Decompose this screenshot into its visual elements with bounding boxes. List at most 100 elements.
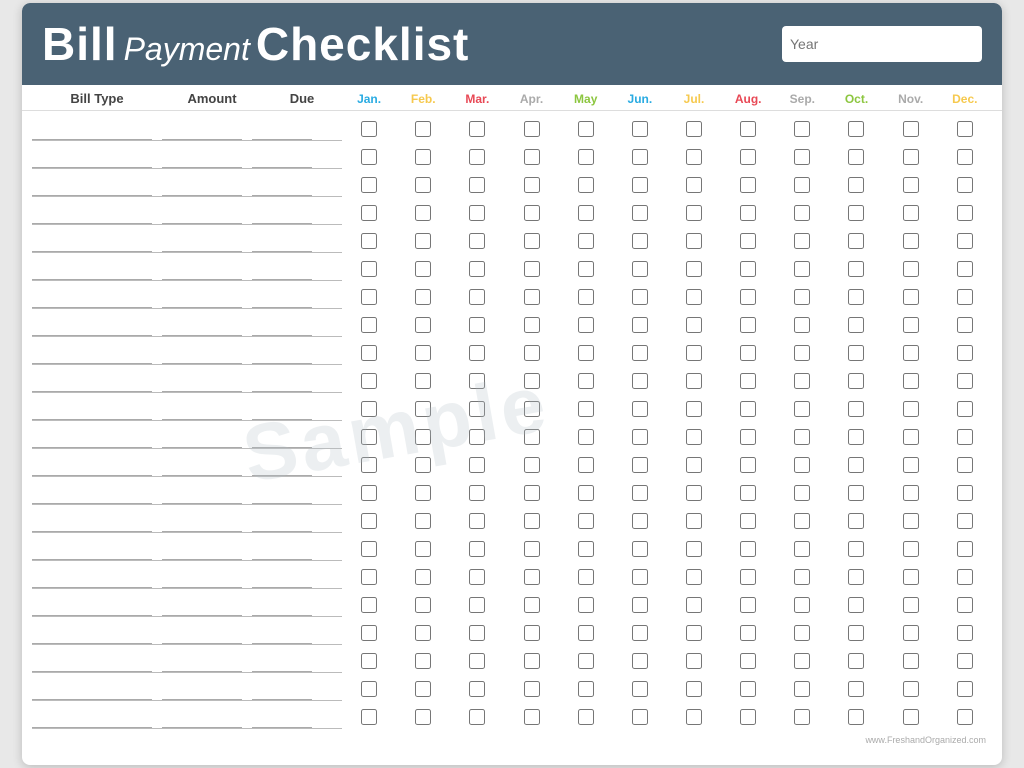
checkbox-nov[interactable] <box>903 121 919 137</box>
checkbox-row[interactable] <box>342 675 992 703</box>
checkbox-feb[interactable] <box>415 681 431 697</box>
checkbox-row[interactable] <box>342 591 992 619</box>
checkbox-sep[interactable] <box>794 625 810 641</box>
checkbox-oct[interactable] <box>848 345 864 361</box>
checkbox-sep[interactable] <box>794 121 810 137</box>
checkbox-may[interactable] <box>578 177 594 193</box>
checkbox-mar[interactable] <box>469 345 485 361</box>
checkbox-jul[interactable] <box>686 597 702 613</box>
checkbox-jun[interactable] <box>632 373 648 389</box>
checkbox-aug[interactable] <box>740 625 756 641</box>
checkbox-jun[interactable] <box>632 513 648 529</box>
checkbox-sep[interactable] <box>794 653 810 669</box>
checkbox-row[interactable] <box>342 395 992 423</box>
checkbox-apr[interactable] <box>524 317 540 333</box>
checkbox-feb[interactable] <box>415 233 431 249</box>
checkbox-oct[interactable] <box>848 233 864 249</box>
checkbox-feb[interactable] <box>415 373 431 389</box>
checkbox-apr[interactable] <box>524 429 540 445</box>
checkbox-dec[interactable] <box>957 345 973 361</box>
checkbox-feb[interactable] <box>415 121 431 137</box>
checkbox-mar[interactable] <box>469 457 485 473</box>
checkbox-mar[interactable] <box>469 177 485 193</box>
checkbox-jan[interactable] <box>361 373 377 389</box>
checkbox-oct[interactable] <box>848 513 864 529</box>
checkbox-nov[interactable] <box>903 373 919 389</box>
checkbox-aug[interactable] <box>740 177 756 193</box>
checkbox-jun[interactable] <box>632 121 648 137</box>
checkbox-mar[interactable] <box>469 569 485 585</box>
checkbox-jun[interactable] <box>632 261 648 277</box>
checkbox-mar[interactable] <box>469 513 485 529</box>
checkbox-jan[interactable] <box>361 485 377 501</box>
checkbox-mar[interactable] <box>469 653 485 669</box>
checkbox-apr[interactable] <box>524 541 540 557</box>
checkbox-row[interactable] <box>342 283 992 311</box>
checkbox-aug[interactable] <box>740 205 756 221</box>
checkbox-nov[interactable] <box>903 401 919 417</box>
checkbox-jun[interactable] <box>632 429 648 445</box>
checkbox-feb[interactable] <box>415 177 431 193</box>
checkbox-oct[interactable] <box>848 597 864 613</box>
checkbox-mar[interactable] <box>469 373 485 389</box>
checkbox-sep[interactable] <box>794 513 810 529</box>
checkbox-may[interactable] <box>578 569 594 585</box>
checkbox-aug[interactable] <box>740 345 756 361</box>
checkbox-jun[interactable] <box>632 597 648 613</box>
checkbox-aug[interactable] <box>740 317 756 333</box>
checkbox-row[interactable] <box>342 647 992 675</box>
checkbox-sep[interactable] <box>794 597 810 613</box>
checkbox-sep[interactable] <box>794 569 810 585</box>
checkbox-nov[interactable] <box>903 625 919 641</box>
checkbox-feb[interactable] <box>415 149 431 165</box>
checkbox-jun[interactable] <box>632 485 648 501</box>
checkbox-dec[interactable] <box>957 681 973 697</box>
checkbox-nov[interactable] <box>903 149 919 165</box>
checkbox-feb[interactable] <box>415 429 431 445</box>
checkbox-oct[interactable] <box>848 261 864 277</box>
checkbox-sep[interactable] <box>794 681 810 697</box>
checkbox-aug[interactable] <box>740 261 756 277</box>
checkbox-jul[interactable] <box>686 233 702 249</box>
checkbox-mar[interactable] <box>469 429 485 445</box>
checkbox-mar[interactable] <box>469 233 485 249</box>
checkbox-nov[interactable] <box>903 317 919 333</box>
checkbox-feb[interactable] <box>415 205 431 221</box>
checkbox-nov[interactable] <box>903 289 919 305</box>
checkbox-nov[interactable] <box>903 205 919 221</box>
checkbox-dec[interactable] <box>957 317 973 333</box>
checkbox-jan[interactable] <box>361 625 377 641</box>
checkbox-may[interactable] <box>578 709 594 725</box>
checkbox-jan[interactable] <box>361 261 377 277</box>
checkbox-mar[interactable] <box>469 317 485 333</box>
checkbox-apr[interactable] <box>524 513 540 529</box>
checkbox-row[interactable] <box>342 563 992 591</box>
checkbox-sep[interactable] <box>794 345 810 361</box>
checkbox-jul[interactable] <box>686 121 702 137</box>
checkbox-jan[interactable] <box>361 597 377 613</box>
checkbox-jul[interactable] <box>686 205 702 221</box>
checkbox-feb[interactable] <box>415 317 431 333</box>
checkbox-jan[interactable] <box>361 457 377 473</box>
checkbox-aug[interactable] <box>740 149 756 165</box>
checkbox-may[interactable] <box>578 429 594 445</box>
checkbox-jan[interactable] <box>361 345 377 361</box>
checkbox-may[interactable] <box>578 373 594 389</box>
checkbox-aug[interactable] <box>740 597 756 613</box>
checkbox-row[interactable] <box>342 535 992 563</box>
checkbox-aug[interactable] <box>740 289 756 305</box>
checkbox-aug[interactable] <box>740 429 756 445</box>
checkbox-jul[interactable] <box>686 373 702 389</box>
checkbox-nov[interactable] <box>903 681 919 697</box>
checkbox-dec[interactable] <box>957 597 973 613</box>
checkbox-dec[interactable] <box>957 233 973 249</box>
checkbox-jan[interactable] <box>361 289 377 305</box>
checkbox-apr[interactable] <box>524 233 540 249</box>
checkbox-nov[interactable] <box>903 429 919 445</box>
checkbox-aug[interactable] <box>740 681 756 697</box>
checkbox-oct[interactable] <box>848 373 864 389</box>
checkbox-row[interactable] <box>342 423 992 451</box>
checkbox-nov[interactable] <box>903 653 919 669</box>
checkbox-sep[interactable] <box>794 317 810 333</box>
checkbox-feb[interactable] <box>415 457 431 473</box>
